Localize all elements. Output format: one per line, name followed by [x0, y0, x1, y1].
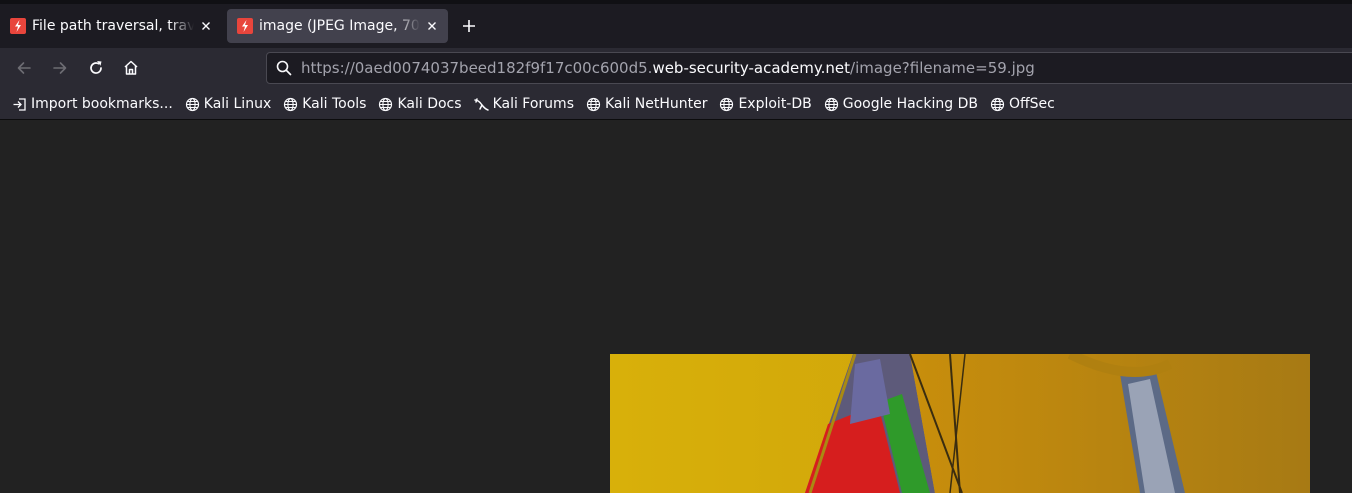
bookmark-label: Kali Linux: [203, 96, 272, 112]
home-icon[interactable]: [121, 58, 141, 78]
bookmark-label: Import bookmarks...: [31, 96, 173, 112]
tab-file-path-traversal[interactable]: File path traversal, traversal: [0, 9, 222, 43]
close-tab-icon[interactable]: [198, 18, 214, 34]
globe-icon: [990, 97, 1005, 111]
reload-icon[interactable]: [86, 58, 106, 78]
bookmark-offsec[interactable]: OffSec: [990, 96, 1055, 112]
url-host: web-security-academy.net: [652, 59, 851, 77]
globe-icon: [586, 97, 601, 111]
new-tab-plus-icon[interactable]: [460, 17, 478, 35]
globe-icon: [720, 97, 734, 111]
tab-image-jpeg[interactable]: image (JPEG Image, 700 × 467 pixels): [227, 9, 448, 43]
globe-icon: [185, 97, 199, 111]
url-prefix: https://0aed0074037beed182f9f17c00c600d5…: [301, 59, 653, 77]
bookmark-label: Kali NetHunter: [605, 96, 708, 112]
bookmark-label: Kali Tools: [302, 96, 367, 112]
bookmark-import[interactable]: Import bookmarks...: [12, 96, 173, 112]
bookmark-google-hacking-db[interactable]: Google Hacking DB: [824, 96, 978, 112]
bookmark-label: Exploit-DB: [738, 96, 812, 112]
navigation-toolbar: https://0aed0074037beed182f9f17c00c600d5…: [0, 48, 1352, 89]
tab-strip: File path traversal, traversal image (JP…: [0, 0, 1352, 48]
portswigger-favicon-icon: [237, 18, 253, 34]
bookmark-label: OffSec: [1008, 96, 1055, 112]
bookmark-kali-forums[interactable]: Kali Forums: [473, 96, 574, 112]
displayed-jpeg-image[interactable]: [610, 354, 1310, 493]
bookmarks-toolbar: Import bookmarks... Kali Linux Kali Tool…: [0, 89, 1352, 120]
back-arrow-icon[interactable]: [14, 58, 34, 78]
url-bar[interactable]: https://0aed0074037beed182f9f17c00c600d5…: [266, 52, 1352, 84]
bookmark-label: Kali Docs: [397, 96, 462, 112]
kali-dragon-icon: [473, 97, 489, 111]
url-path: /image?filename=59.jpg: [850, 59, 1035, 77]
bookmark-kali-linux[interactable]: Kali Linux: [185, 96, 271, 112]
bookmark-kali-docs[interactable]: Kali Docs: [378, 96, 462, 112]
bookmark-label: Kali Forums: [492, 96, 574, 112]
tab-title: image (JPEG Image, 700 × 467 pixels): [259, 18, 420, 34]
tab-title: File path traversal, traversal: [32, 18, 194, 34]
globe-icon: [379, 97, 393, 111]
url-text: https://0aed0074037beed182f9f17c00c600d5…: [301, 59, 1035, 77]
globe-icon: [284, 97, 298, 111]
bookmark-label: Google Hacking DB: [842, 96, 978, 112]
globe-icon: [824, 97, 838, 111]
page-content-area: [0, 120, 1352, 493]
search-icon: [276, 60, 292, 76]
import-icon: [13, 97, 26, 111]
window-top-edge: [0, 0, 1352, 4]
portswigger-favicon-icon: [10, 18, 26, 34]
forward-arrow-icon[interactable]: [50, 58, 70, 78]
bookmark-kali-tools[interactable]: Kali Tools: [283, 96, 366, 112]
close-tab-icon[interactable]: [424, 18, 440, 34]
bookmark-kali-nethunter[interactable]: Kali NetHunter: [586, 96, 707, 112]
bookmark-exploit-db[interactable]: Exploit-DB: [719, 96, 812, 112]
